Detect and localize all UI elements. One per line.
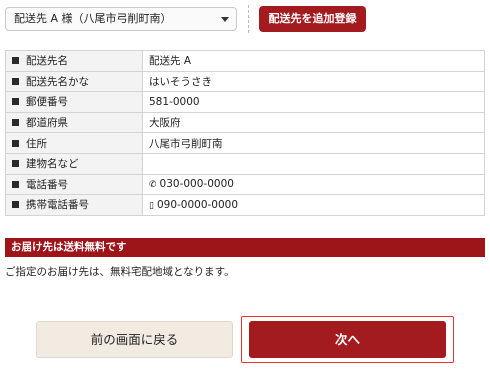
phone-icon: ✆ [149,180,157,191]
bullet-square-icon [12,139,19,147]
row-label: 配送先名かな [26,75,89,88]
toolbar-divider [248,5,249,33]
table-row: 配送先名 配送先 A [5,50,485,72]
bullet-square-icon [12,57,19,65]
address-toolbar: 配送先 A 様（八尾市弓削町南） 配送先を追加登録 [5,5,485,33]
free-shipping-note: ご指定のお届け先は、無料宅配地域となります。 [5,266,235,278]
row-label: 建物名など [26,158,79,171]
address-select[interactable]: 配送先 A 様（八尾市弓削町南） [5,7,237,31]
table-row: 携帯電話番号 ▯ 090-0000-0000 [5,194,485,216]
free-shipping-banner: お届け先は送料無料です [5,238,485,257]
row-label: 配送先名 [26,55,68,68]
next-button[interactable]: 次へ [249,321,446,358]
row-value: はいそうさき [149,75,212,88]
row-value: 581-0000 [149,95,200,108]
table-row: 建物名など [5,152,485,175]
row-value: 大阪府 [149,117,181,130]
row-label: 携帯電話番号 [26,199,89,212]
row-value: 八尾市弓削町南 [149,137,223,150]
bullet-square-icon [12,180,19,188]
table-row: 住所 八尾市弓削町南 [5,132,485,154]
bullet-square-icon [12,201,19,209]
mobile-phone-icon: ▯ [149,200,154,211]
add-address-button[interactable]: 配送先を追加登録 [259,6,366,32]
row-value: 090-0000-0000 [156,198,239,211]
bullet-square-icon [12,160,19,168]
table-row: 電話番号 ✆ 030-000-0000 [5,173,485,196]
chevron-down-icon [221,17,229,22]
bullet-square-icon [12,77,19,85]
address-select-value: 配送先 A 様（八尾市弓削町南） [14,12,172,25]
row-value: 配送先 A [149,55,192,68]
bullet-square-icon [12,98,19,106]
address-detail-table: 配送先名 配送先 A 配送先名かな はいそうさき 郵便番号 581-0000 都… [5,50,485,216]
table-row: 郵便番号 581-0000 [5,91,485,113]
row-value: 030-000-0000 [159,178,234,191]
row-label: 住所 [26,137,47,150]
row-label: 郵便番号 [26,96,68,109]
row-label: 電話番号 [26,178,68,191]
table-row: 配送先名かな はいそうさき [5,70,485,93]
table-row: 都道府県 大阪府 [5,111,485,134]
back-button[interactable]: 前の画面に戻る [36,321,233,358]
row-label: 都道府県 [26,117,68,130]
bullet-square-icon [12,119,19,127]
